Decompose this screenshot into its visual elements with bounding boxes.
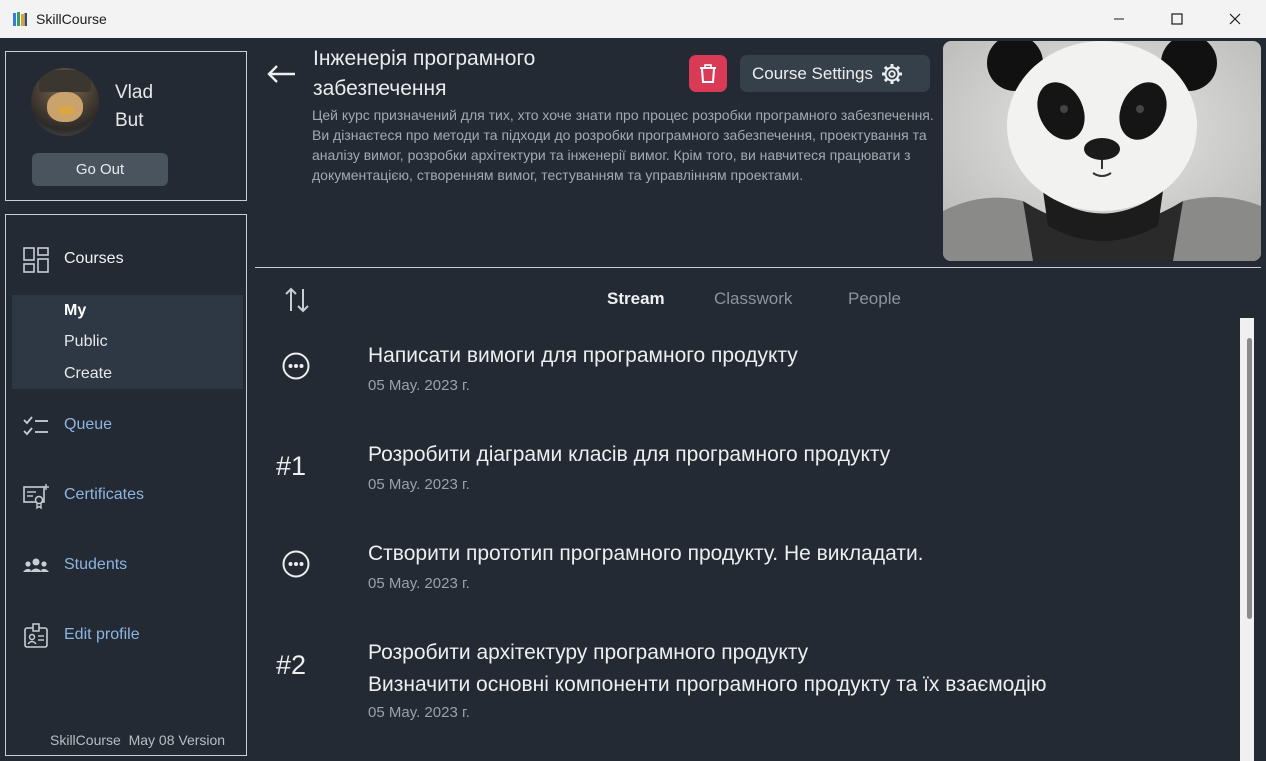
profile-panel: Vlad But Go Out [5,51,247,201]
course-description: Цей курс призначений для тих, хто хоче з… [312,107,934,183]
feed-item[interactable]: Створити прототип програмного продукту. … [270,538,1230,598]
user-last-name: But [115,110,144,131]
feed-item-title: Розробити архітектуру програмного продук… [368,641,809,664]
sidebar-item-label: Students [64,556,128,573]
sidebar-subitem-my[interactable]: My [64,302,86,320]
window-titlebar: SkillCourse [0,0,1266,38]
books-icon [13,12,27,26]
feed-item-date: 05 May. 2023 г. [368,476,470,493]
tab-people[interactable]: People [848,289,901,309]
version-label: SkillCourse May 08 Version [50,732,226,748]
sidebar-item-label: Certificates [64,486,145,503]
certificate-icon [23,484,49,510]
dashboard-icon [23,247,49,273]
minimize-button[interactable] [1090,0,1148,38]
sidebar-item-edit-profile[interactable]: Edit profile [6,618,246,654]
feed-item[interactable]: Написати вимоги для програмного продукту… [270,340,1230,400]
sidebar-item-queue[interactable]: Queue [6,408,246,444]
trash-icon [700,63,716,83]
minimize-icon [1114,18,1124,20]
delete-course-button[interactable] [689,55,727,92]
back-arrow-icon[interactable] [266,60,298,88]
course-settings-button[interactable]: Course Settings [740,55,930,92]
feed-item-title: Написати вимоги для програмного продукту [368,344,798,367]
feed-item-title: Розробити діаграми класів для програмног… [368,443,891,466]
feed-item-number: #1 [276,451,307,481]
feed-item-date: 05 May. 2023 г. [368,377,470,394]
course-title: Інженерія програмного забезпечення [313,47,536,100]
more-dots-icon [282,550,310,578]
user-first-name: Vlad [115,82,154,103]
sidebar-nav: Courses My Public Create Queue Certifica… [5,214,247,756]
close-button[interactable] [1206,0,1264,38]
close-icon [1229,13,1241,25]
sidebar-item-students[interactable]: Students [6,548,246,584]
gear-icon [881,63,902,84]
sidebar-subitem-create[interactable]: Create [64,365,112,383]
more-dots-icon [282,352,310,380]
tab-classwork[interactable]: Classwork [714,289,792,309]
id-badge-icon [24,623,48,648]
sidebar-item-label: Queue [64,416,113,433]
maximize-icon [1171,13,1183,25]
feed-item-date: 05 May. 2023 г. [368,575,470,592]
go-out-button[interactable]: Go Out [32,153,168,186]
course-settings-label: Course Settings [752,63,873,83]
sidebar-item-certificates[interactable]: Certificates [6,478,246,514]
courses-submenu: My Public Create [12,295,243,389]
course-cover-image [943,41,1261,261]
feed-item[interactable]: #2 Розробити архітектуру програмного про… [270,637,1230,727]
maximize-button[interactable] [1148,0,1206,38]
header-divider [255,267,1261,268]
window-title: SkillCourse [36,11,107,27]
group-icon [23,558,49,572]
feed-item-title: Створити прототип програмного продукту. … [368,542,924,565]
avatar[interactable] [31,68,99,136]
feed-item-subtitle: Визначити основні компоненти програмного… [368,673,1047,696]
sidebar-item-label: Edit profile [64,626,140,643]
checklist-icon [23,416,48,436]
sidebar-item-courses[interactable]: Courses [6,242,246,278]
tab-stream[interactable]: Stream [607,289,665,309]
sort-icon[interactable] [283,285,311,315]
feed-item-number: #2 [276,650,307,680]
feed-item[interactable]: #1 Розробити діаграми класів для програм… [270,439,1230,499]
feed-item-date: 05 May. 2023 г. [368,704,470,721]
sidebar-item-label: Courses [64,250,124,267]
sidebar-subitem-public[interactable]: Public [64,333,108,351]
feed-scrollbar-thumb[interactable] [1247,338,1252,619]
